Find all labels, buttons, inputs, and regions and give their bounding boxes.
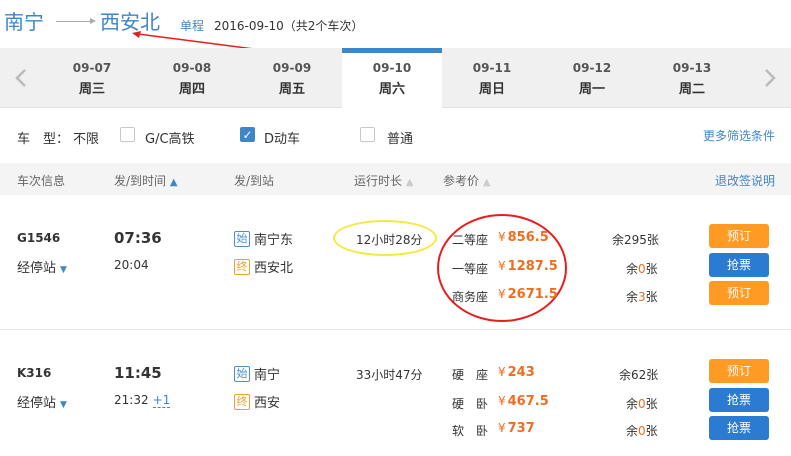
date-tab[interactable]: 09-11 周日 xyxy=(442,48,542,108)
route-arrow-icon xyxy=(56,18,96,24)
train-number[interactable]: K316 xyxy=(17,366,51,380)
seat-price: ¥1287.5 xyxy=(498,259,558,274)
next-date-button[interactable] xyxy=(749,48,791,108)
date-tab[interactable]: 09-13 周二 xyxy=(642,48,742,108)
seat-type: 硬 座 xyxy=(452,368,489,382)
sort-icon: ▲ xyxy=(405,177,414,188)
caret-down-icon: ▼ xyxy=(60,265,67,275)
seat-remaining: 余62张 xyxy=(619,368,659,382)
date-tab[interactable]: 09-08 周四 xyxy=(142,48,242,108)
sort-icon: ▲ xyxy=(482,177,491,188)
seat-price: ¥856.5 xyxy=(498,230,549,245)
start-badge: 始 xyxy=(234,230,250,247)
col-price[interactable]: 参考价 ▲ xyxy=(443,172,491,189)
caret-down-icon: ▼ xyxy=(60,400,67,410)
seat-remaining: 余0张 xyxy=(626,262,658,276)
prev-date-button[interactable] xyxy=(0,48,42,108)
filter-bar: 车 型： 不限 G/C高铁 ✓ D动车 普通 更多筛选条件 xyxy=(0,110,791,162)
grab-ticket-button[interactable]: 抢票 xyxy=(709,253,769,277)
stops-toggle[interactable]: 经停站 ▼ xyxy=(17,392,67,411)
to-station: 终西安北 xyxy=(234,257,293,276)
seat-remaining: 余0张 xyxy=(626,424,658,438)
col-train: 车次信息 xyxy=(17,174,66,188)
end-badge: 终 xyxy=(234,258,250,275)
sort-up-icon: ▲ xyxy=(169,177,178,188)
date-tab[interactable]: 09-09 周五 xyxy=(242,48,342,108)
duration: 12小时28分 xyxy=(356,233,423,247)
seat-price: ¥737 xyxy=(498,421,535,436)
date-tab-active[interactable]: 09-10 周六 xyxy=(342,48,442,109)
book-button[interactable]: 预订 xyxy=(709,281,769,305)
from-station: 始南宁东 xyxy=(234,229,293,248)
seat-remaining: 余0张 xyxy=(626,397,658,411)
train-number[interactable]: G1546 xyxy=(17,231,60,245)
chevron-right-icon xyxy=(765,69,776,87)
grab-ticket-button[interactable]: 抢票 xyxy=(709,388,769,412)
date-tab[interactable]: 09-07 周三 xyxy=(42,48,142,108)
filter-d-checkbox[interactable]: ✓ xyxy=(240,127,255,142)
depart-time: 07:36 xyxy=(114,229,162,247)
depart-time: 11:45 xyxy=(114,364,162,382)
table-header: 车次信息 发/到时间 ▲ 发/到站 运行时长 ▲ 参考价 ▲ 退改签说明 xyxy=(0,163,791,195)
from-station: 始南宁 xyxy=(234,364,280,383)
to-station: 终西安 xyxy=(234,392,280,411)
end-badge: 终 xyxy=(234,393,250,410)
filter-all[interactable]: 不限 xyxy=(73,128,99,147)
seat-type: 软 卧 xyxy=(452,424,489,438)
seat-type: 二等座 xyxy=(452,233,489,247)
next-day-marker[interactable]: +1 xyxy=(152,393,171,408)
col-station: 发/到站 xyxy=(234,174,275,188)
filter-normal-checkbox[interactable] xyxy=(360,127,375,142)
arrive-time: 20:04 xyxy=(114,258,149,272)
duration: 33小时47分 xyxy=(356,368,423,382)
arrive-time: 21:32 +1 xyxy=(114,393,171,408)
seat-price: ¥467.5 xyxy=(498,394,549,409)
train-type-label: 车 型： xyxy=(17,132,70,147)
seat-type: 商务座 xyxy=(452,290,489,304)
date-tab[interactable]: 09-12 周一 xyxy=(542,48,642,108)
seat-type: 硬 卧 xyxy=(452,397,489,411)
col-time[interactable]: 发/到时间 ▲ xyxy=(114,172,178,189)
row-divider xyxy=(0,329,791,330)
date-tabs: 09-07 周三 09-08 周四 09-09 周五 09-10 周六 09-11 周日 … xyxy=(42,48,742,109)
seat-price: ¥2671.5 xyxy=(498,287,558,302)
seat-type: 一等座 xyxy=(452,262,489,276)
seat-remaining: 余3张 xyxy=(626,290,658,304)
stops-toggle[interactable]: 经停站 ▼ xyxy=(17,257,67,276)
chevron-left-icon xyxy=(15,69,26,87)
from-city[interactable]: 南宁 xyxy=(4,6,44,35)
more-filters-link[interactable]: 更多筛选条件 xyxy=(703,127,775,144)
seat-price: ¥243 xyxy=(498,365,535,380)
col-duration[interactable]: 运行时长 ▲ xyxy=(354,172,414,189)
filter-normal-label[interactable]: 普通 xyxy=(387,128,413,147)
grab-ticket-button[interactable]: 抢票 xyxy=(709,416,769,440)
filter-gc-label[interactable]: G/C高铁 xyxy=(145,128,195,147)
filter-gc-checkbox[interactable] xyxy=(120,127,135,142)
seat-remaining: 余295张 xyxy=(612,233,659,247)
book-button[interactable]: 预订 xyxy=(709,359,769,383)
filter-d-label[interactable]: D动车 xyxy=(264,128,300,147)
book-button[interactable]: 预订 xyxy=(709,224,769,248)
start-badge: 始 xyxy=(234,365,250,382)
refund-rules-link[interactable]: 退改签说明 xyxy=(715,172,775,189)
